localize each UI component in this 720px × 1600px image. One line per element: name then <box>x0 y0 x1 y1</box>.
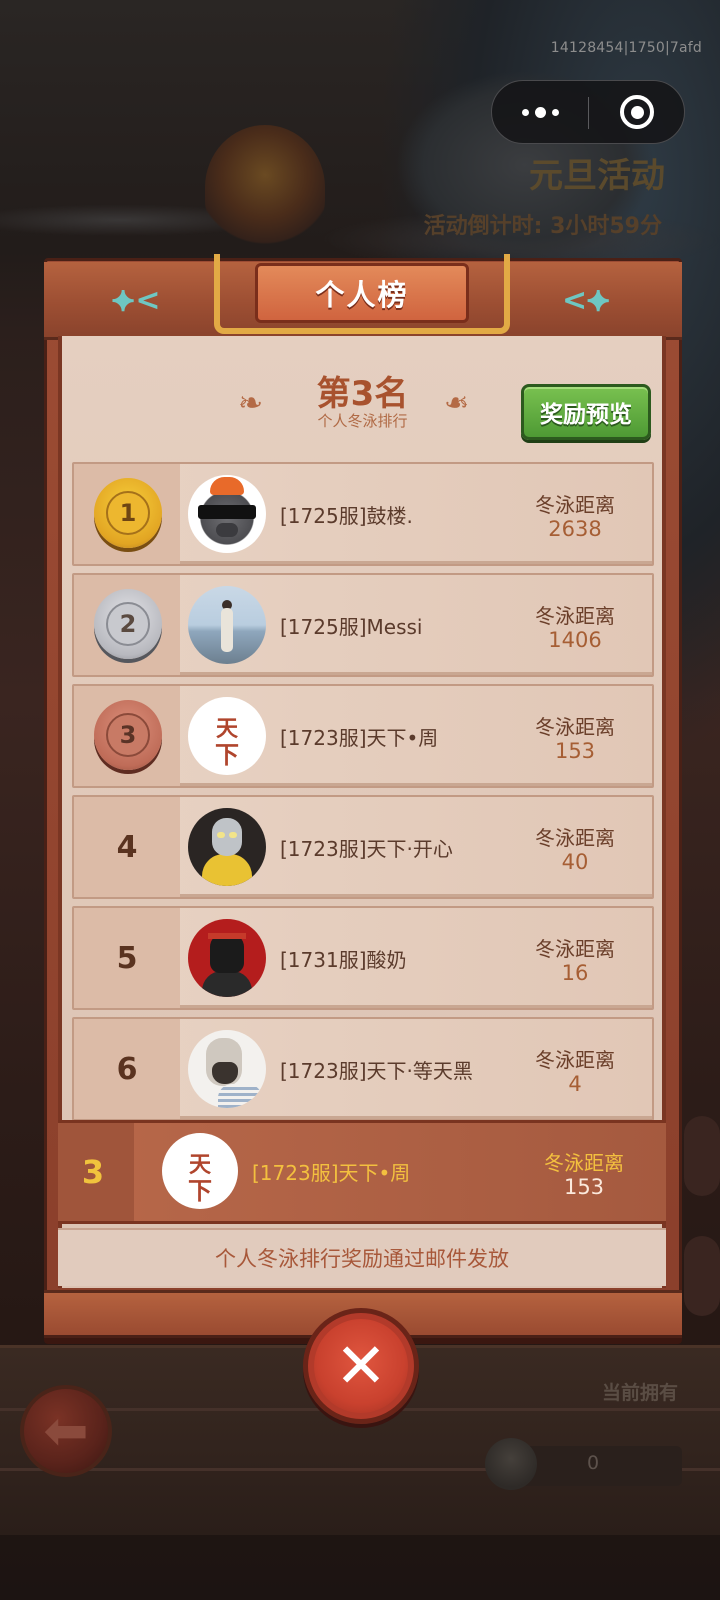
player-name: [1725服]鼓楼. <box>280 504 413 528</box>
my-rank-row[interactable]: 3 天下 [1723服]天下•周 冬泳距离 153 <box>58 1120 666 1224</box>
avatar: 天下 <box>162 1133 238 1209</box>
distance-label: 冬泳距离 <box>535 1048 615 1072</box>
back-arrow-icon: ⬅ <box>20 1385 112 1477</box>
title-plate: 个人榜 <box>255 263 469 323</box>
leaderboard-row[interactable]: 4 [1723服]天下·开心 冬泳距离 40 <box>72 795 654 899</box>
medal-rank: 3 <box>106 713 150 757</box>
my-player-name: [1723服]天下•周 <box>252 1161 411 1185</box>
medal-rank: 2 <box>106 602 150 646</box>
reward-preview-button[interactable]: 奖励预览 <box>521 384 651 440</box>
player-name: [1725服]Messi <box>280 615 423 639</box>
leaderboard-row[interactable]: 3 天下 [1723服]天下•周 冬泳距离 153 <box>72 684 654 788</box>
rank-cell: 6 <box>74 1019 180 1119</box>
leaderboard-row[interactable]: 6 [1723服]天下·等天黑 冬泳距离 4 <box>72 1017 654 1121</box>
avatar <box>188 586 266 664</box>
distance-value: 2638 <box>548 517 602 541</box>
distance-label: 冬泳距离 <box>535 826 615 850</box>
silver-medal-icon: 2 <box>94 589 162 659</box>
rank-number: 5 <box>116 940 138 976</box>
my-distance-value: 153 <box>563 1175 605 1199</box>
leaderboard-row[interactable]: 1 [1725服]鼓楼. 冬泳距离 2638 <box>72 462 654 566</box>
distance-label: 冬泳距离 <box>535 937 615 961</box>
background-character-fisher <box>205 125 325 250</box>
distance-label: 冬泳距离 <box>535 604 615 628</box>
reward-mail-note: 个人冬泳排行奖励通过邮件发放 <box>58 1228 666 1286</box>
distance-label: 冬泳距离 <box>535 715 615 739</box>
avatar <box>188 1030 266 1108</box>
player-name: [1723服]天下·等天黑 <box>280 1059 473 1083</box>
fish-icon: <⯌ <box>562 283 611 318</box>
distance-value: 40 <box>561 850 589 874</box>
close-button[interactable]: ✕ <box>303 1308 419 1424</box>
my-rank-title: 第3名 <box>316 374 409 414</box>
rank-cell: 2 <box>74 575 180 675</box>
avatar <box>188 475 266 553</box>
currency-value: 0 <box>586 1452 600 1474</box>
background-side-button <box>684 1236 720 1316</box>
rank-number: 4 <box>116 829 138 865</box>
exit-miniprogram-button[interactable] <box>589 81 685 143</box>
more-options-button[interactable] <box>492 81 588 143</box>
distance-value: 4 <box>568 1072 582 1096</box>
rank-cell: 4 <box>74 797 180 897</box>
leaderboard-row[interactable]: 5 [1731服]酸奶 冬泳距离 16 <box>72 906 654 1010</box>
laurel-left-icon: ❧ <box>238 386 264 421</box>
distance-label: 冬泳距离 <box>535 493 615 517</box>
rank-cell: 3 <box>74 686 180 786</box>
distance-value: 16 <box>561 961 589 985</box>
my-rank-subtitle: 个人冬泳排行 <box>317 412 408 430</box>
player-name: [1723服]天下·开心 <box>280 837 453 861</box>
gold-medal-icon: 1 <box>94 478 162 548</box>
avatar <box>188 919 266 997</box>
avatar <box>188 808 266 886</box>
target-icon <box>620 95 654 129</box>
my-rank-number: 3 <box>81 1153 105 1191</box>
player-name: [1723服]天下•周 <box>280 726 439 750</box>
laurel-right-icon: ❧ <box>444 386 470 421</box>
distance-value: 1406 <box>548 628 602 652</box>
rank-number: 6 <box>116 1051 138 1087</box>
debug-id: 14128454|1750|7afd <box>550 40 702 56</box>
my-distance-label: 冬泳距离 <box>544 1151 624 1175</box>
event-title: 元旦活动 <box>529 156 665 196</box>
bronze-medal-icon: 3 <box>94 700 162 770</box>
currency-label: 当前拥有 <box>601 1382 678 1404</box>
avatar: 天下 <box>188 697 266 775</box>
player-name: [1731服]酸奶 <box>280 948 407 972</box>
leaderboard-row[interactable]: 2 [1725服]Messi 冬泳距离 1406 <box>72 573 654 677</box>
medal-rank: 1 <box>106 491 150 535</box>
close-icon: ✕ <box>335 1329 387 1402</box>
background-side-button <box>684 1116 720 1196</box>
event-countdown: 活动倒计时: 3小时59分 <box>423 214 662 239</box>
distance-value: 153 <box>554 739 596 763</box>
pot-icon <box>485 1438 537 1490</box>
rank-cell: 5 <box>74 908 180 1008</box>
miniprogram-capsule <box>491 80 685 144</box>
fish-icon: ⯌< <box>112 283 161 318</box>
rank-cell: 1 <box>74 464 180 564</box>
modal-title: 个人榜 <box>315 278 409 312</box>
